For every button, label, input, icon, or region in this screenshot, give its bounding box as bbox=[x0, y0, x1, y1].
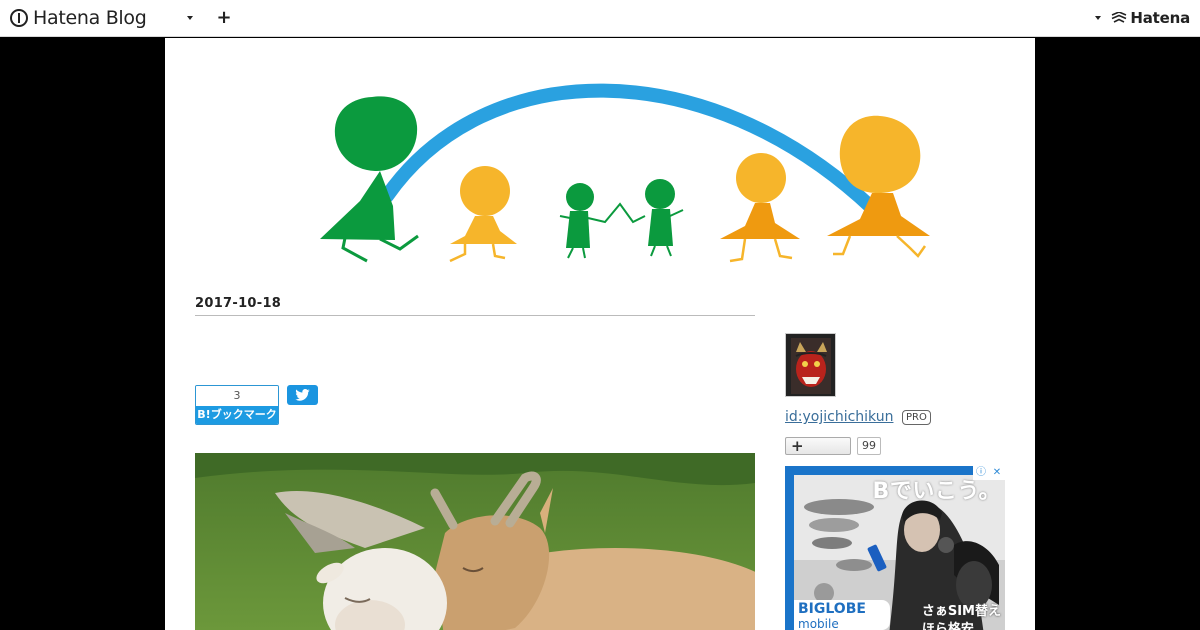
hatena-logo-text: Hatena bbox=[1130, 9, 1190, 27]
hatena-blog-logo[interactable]: Hatena Blog bbox=[10, 6, 147, 30]
ad-controls: ⓘ ✕ bbox=[973, 466, 1005, 480]
blog-container: 2017-10-18 3 B!ブックマーク id:yojichichikun P… bbox=[165, 38, 1035, 630]
bookmark-count[interactable]: 3 bbox=[196, 386, 278, 406]
follower-count[interactable]: 99 bbox=[857, 437, 881, 455]
hatena-mark-icon bbox=[1112, 12, 1127, 23]
bookmark-label: B!ブックマーク bbox=[196, 406, 278, 424]
blog-header-illustration[interactable] bbox=[315, 76, 935, 306]
follow-plus-button[interactable]: + bbox=[785, 437, 851, 455]
hatena-global-header: Hatena Blog + Hatena bbox=[0, 0, 1200, 37]
hatena-account-logo[interactable]: Hatena bbox=[1111, 9, 1190, 27]
ad-copy-line2: ほら格安 bbox=[921, 622, 974, 630]
ad-brand-sub: mobile bbox=[798, 617, 839, 630]
ad-creative[interactable]: Bでいこう。 BIGLOBE mobile さぁSIM替え ほら格安 bbox=[794, 475, 1005, 630]
twitter-share-button[interactable] bbox=[287, 385, 318, 405]
brand-name: Hatena Blog bbox=[33, 7, 147, 29]
sidebar-ad-banner[interactable]: Bでいこう。 BIGLOBE mobile さぁSIM替え ほら格安 ⓘ ✕ bbox=[785, 466, 1005, 630]
new-entry-plus-icon[interactable]: + bbox=[216, 7, 232, 29]
profile-id-link[interactable]: id:yojichichikun bbox=[785, 409, 893, 425]
ad-copy: さぁSIM替え ほら格安 bbox=[922, 603, 1001, 630]
entry-date[interactable]: 2017-10-18 bbox=[195, 296, 755, 316]
ad-close-icon[interactable]: ✕ bbox=[989, 466, 1005, 480]
pro-badge: PRO bbox=[902, 410, 931, 425]
blog-menu-chevron-down-icon[interactable] bbox=[184, 10, 198, 26]
ad-copy-line1: さぁSIM替え bbox=[921, 604, 1001, 619]
ad-brand-name: BIGLOBE bbox=[798, 601, 866, 617]
entry-main: 2017-10-18 3 B!ブックマーク bbox=[195, 296, 755, 630]
twitter-icon bbox=[295, 389, 310, 401]
hatena-bookmark-button[interactable]: 3 B!ブックマーク bbox=[195, 385, 279, 425]
adchoices-info-icon[interactable]: ⓘ bbox=[973, 466, 989, 480]
profile-avatar[interactable] bbox=[785, 333, 836, 397]
oni-mask-avatar-image bbox=[786, 334, 835, 396]
account-menu-chevron-down-icon[interactable] bbox=[1092, 10, 1106, 26]
entry-photo-sheep-and-goat bbox=[195, 453, 755, 630]
ad-brand-logo: BIGLOBE mobile bbox=[794, 600, 890, 630]
hatena-blog-icon bbox=[10, 9, 28, 27]
